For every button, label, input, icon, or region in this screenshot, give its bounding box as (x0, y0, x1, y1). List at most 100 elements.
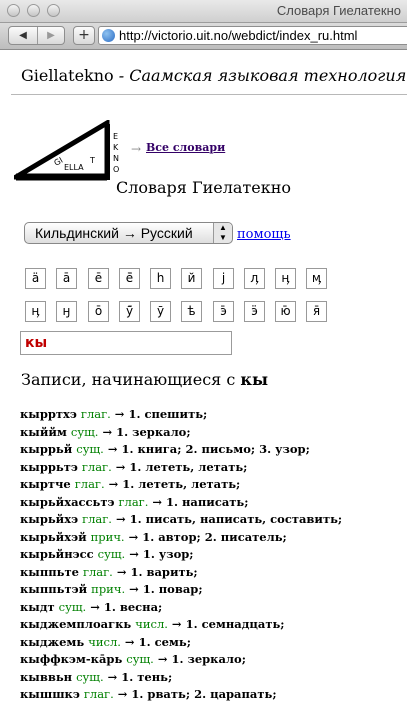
entry-meaning: → 1. узор; (125, 547, 194, 561)
entry-pos: сущ. (76, 442, 104, 456)
entry-word[interactable]: кыджемплоагкь (20, 617, 131, 631)
char-key[interactable]: я̄ (306, 301, 327, 322)
entry-row[interactable]: кырьйнэсс сущ. → 1. узор; (20, 546, 407, 564)
url-text[interactable]: http://victorio.uit.no/webdict/index_ru.… (119, 28, 357, 43)
svg-text:K: K (113, 143, 119, 152)
char-key[interactable]: ē̄ (119, 268, 140, 289)
entry-row[interactable]: кырьйхассьтэ глаг. → 1. написать; (20, 494, 407, 512)
entry-meaning: → 1. писать, написать, составить; (111, 512, 343, 526)
entry-meaning: → 1. рвать; 2. царапать; (113, 687, 277, 701)
char-key[interactable]: һ (150, 268, 171, 289)
entry-row[interactable]: кыртче глаг. → 1. лететь, летать; (20, 476, 407, 494)
entry-word[interactable]: кырьйхэй (20, 530, 87, 544)
language-pair-select[interactable]: Кильдинский → Русский ▲ ▼ (24, 222, 233, 244)
entry-meaning: → 1. написать; (148, 494, 249, 509)
entry-word[interactable]: кыййм (20, 425, 67, 439)
entry-pos: глаг. (81, 459, 112, 474)
entry-row[interactable]: кыррьй сущ. → 1. книга; 2. письмо; 3. уз… (20, 441, 407, 459)
char-key[interactable]: ӯ (150, 301, 171, 322)
entry-row[interactable]: кыдт сущ. → 1. весна; (20, 599, 407, 617)
entry-pos: сущ. (70, 424, 99, 439)
char-key[interactable]: ӈ (56, 301, 77, 322)
char-key[interactable]: ю̄ (275, 301, 296, 322)
entry-word[interactable]: кырьйхассьтэ (20, 495, 114, 509)
entry-row[interactable]: кыппьте глаг. → 1. варить; (20, 564, 407, 582)
window-titlebar: Словаря Гиелатекно (0, 0, 407, 23)
address-bar[interactable]: http://victorio.uit.no/webdict/index_ru.… (98, 26, 407, 45)
page-content: Giellatekno - Саамская языковая технолог… (0, 50, 407, 713)
giellatekno-logo: GI ELLA T E K N O (14, 120, 119, 181)
entry-word[interactable]: кыррьтэ (20, 460, 78, 474)
char-key[interactable]: ä (25, 268, 46, 289)
entry-row[interactable]: кыппьтэй прич. → 1. повар; (20, 581, 407, 599)
entry-pos: прич. (91, 582, 126, 596)
entry-meaning: → 1. лететь, летать; (111, 459, 248, 474)
entry-word[interactable]: кыррьй (20, 442, 72, 456)
entry-word[interactable]: кыртче (20, 477, 71, 491)
entry-row[interactable]: кыджемь числ. → 1. семь; (20, 634, 407, 652)
entry-meaning: → 1. весна; (86, 599, 163, 614)
char-key[interactable]: ӯ̄ (119, 301, 140, 322)
char-key[interactable]: ӊ (25, 301, 46, 322)
entry-word[interactable]: кыджемь (20, 635, 84, 649)
back-button[interactable]: ◀ (9, 27, 38, 44)
char-key[interactable]: ӎ (306, 268, 327, 289)
entry-meaning: → 1. тень; (103, 669, 173, 684)
entry-row[interactable]: кырьйхэ глаг. → 1. писать, написать, сос… (20, 511, 407, 529)
entry-word[interactable]: кыппьте (20, 565, 79, 579)
entry-meaning: → 1. семнадцать; (167, 617, 285, 631)
minimize-window-button[interactable] (27, 4, 40, 17)
char-key[interactable]: ō (88, 301, 109, 322)
brand-name: Giellatekno (21, 66, 114, 85)
char-key[interactable]: ӆ (244, 268, 265, 289)
entry-meaning: → 1. зеркало; (98, 424, 191, 439)
char-key[interactable]: ӊ (275, 268, 296, 289)
char-key[interactable]: ѣ (181, 301, 202, 322)
char-key[interactable]: й (181, 268, 202, 289)
entry-row[interactable]: кыффкэм-ка̄рь сущ. → 1. зеркало; (20, 651, 407, 669)
entry-row[interactable]: кырьйхэй прич. → 1. автор; 2. писатель; (20, 529, 407, 547)
globe-icon (102, 29, 115, 42)
help-link[interactable]: помощь (237, 227, 291, 242)
entry-word[interactable]: кыдт (20, 600, 55, 614)
entry-meaning: → 1. зеркало; (153, 652, 246, 666)
language-pair-value: Кильдинский → Русский (35, 225, 193, 241)
entry-row[interactable]: кышшкэ глаг. → 1. рвать; 2. царапать; (20, 686, 407, 704)
char-key[interactable]: ā (56, 268, 77, 289)
zoom-window-button[interactable] (47, 4, 60, 17)
search-input[interactable] (20, 331, 232, 355)
entry-row[interactable]: кыррьтэ глаг. → 1. лететь, летать; (20, 459, 407, 477)
entry-pos: глаг. (74, 477, 105, 491)
char-key[interactable]: ј (213, 268, 234, 289)
browser-toolbar: ◀ ▶ + http://victorio.uit.no/webdict/ind… (0, 23, 407, 50)
entry-row[interactable]: кыййм сущ. → 1. зеркало; (20, 424, 407, 442)
add-bookmark-button[interactable]: + (73, 26, 95, 45)
entry-word[interactable]: кышшкэ (20, 687, 80, 701)
entry-word[interactable]: кыппьтэй (20, 582, 87, 596)
forward-button[interactable]: ▶ (37, 27, 65, 44)
entry-word[interactable]: кырьйхэ (20, 512, 78, 526)
results-term: кы (240, 370, 269, 389)
char-key[interactable]: ӭ (244, 301, 265, 322)
char-key[interactable]: ē (88, 268, 109, 289)
entry-word[interactable]: кыффкэм-ка̄рь (20, 652, 122, 666)
entry-pos: прич. (90, 529, 125, 544)
entry-word[interactable]: кырьйнэсс (20, 547, 94, 561)
entry-pos: глаг. (83, 687, 114, 701)
window-title: Словаря Гиелатекно (276, 3, 401, 18)
entry-row[interactable]: кыввьн сущ. → 1. тень; (20, 669, 407, 687)
entry-word[interactable]: кырртхэ (20, 407, 77, 421)
char-key[interactable]: э̄ (213, 301, 234, 322)
entry-row[interactable]: кыджемплоагкь числ. → 1. семнадцать; (20, 616, 407, 634)
entry-list: кырртхэ глаг. → 1. спешить; кыййм сущ. → … (20, 406, 407, 704)
entry-word[interactable]: кыввьн (20, 670, 72, 684)
entry-row[interactable]: кырртхэ глаг. → 1. спешить; (20, 406, 407, 424)
entry-pos: числ. (88, 634, 121, 649)
all-dicts-arrow: → (131, 142, 142, 156)
nav-buttons: ◀ ▶ (8, 26, 65, 45)
entry-meaning: → 1. семь; (120, 634, 191, 649)
entry-pos: сущ. (76, 669, 104, 684)
close-window-button[interactable] (7, 4, 20, 17)
entry-pos: сущ. (126, 652, 154, 666)
all-dictionaries-link[interactable]: Все словари (146, 141, 225, 154)
